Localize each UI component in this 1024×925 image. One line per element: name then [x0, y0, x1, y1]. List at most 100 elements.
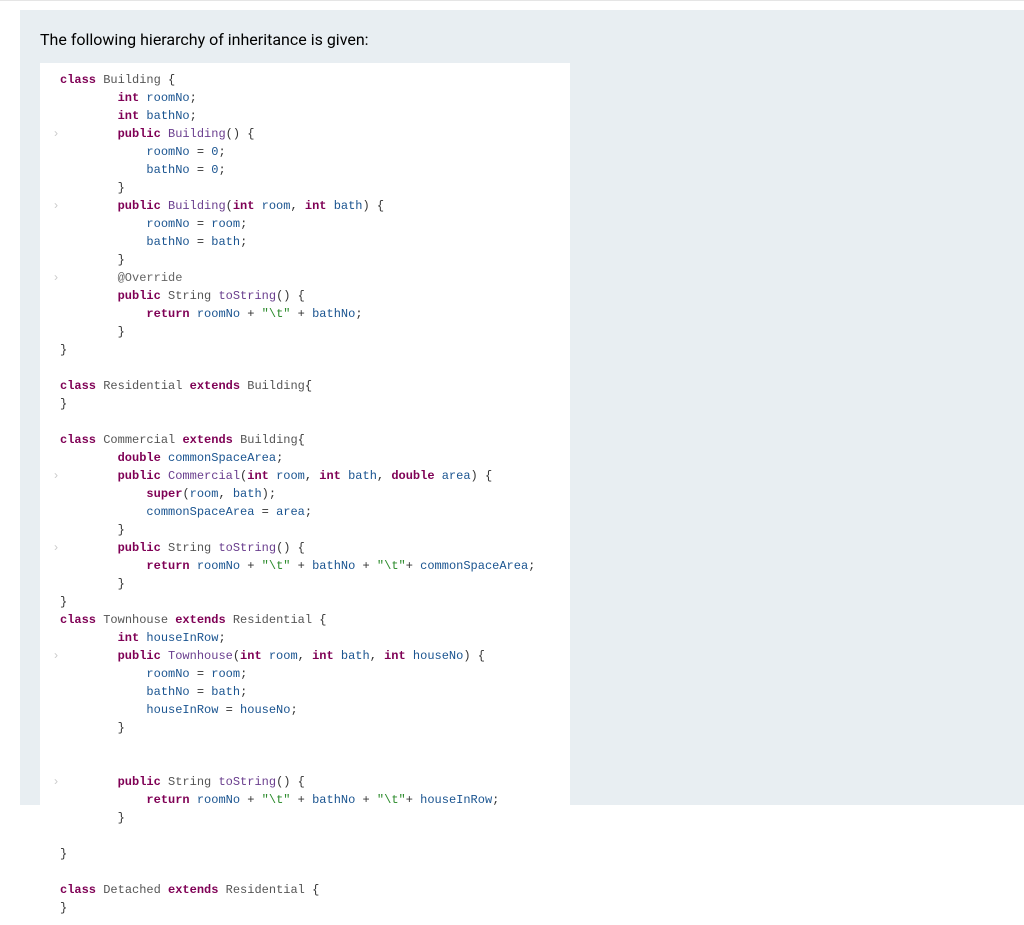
gutter-marker: [52, 629, 60, 647]
code-token: houseNo: [240, 703, 290, 717]
code-token: bath: [233, 487, 262, 501]
code-line: › public Building() {: [52, 125, 558, 143]
gutter-marker: [52, 215, 60, 233]
code-line: return roomNo + "\t" + bathNo;: [52, 305, 558, 323]
gutter-marker: [52, 683, 60, 701]
gutter-marker: [52, 161, 60, 179]
code-token: ;: [240, 235, 247, 249]
code-token: ;: [218, 631, 225, 645]
code-token: (: [233, 649, 240, 663]
code-token: ) {: [471, 469, 493, 483]
code-token: ;: [290, 703, 297, 717]
code-token: ;: [190, 91, 197, 105]
code-token: [190, 559, 197, 573]
code-token: [334, 649, 341, 663]
code-token: [341, 469, 348, 483]
gutter-marker: [52, 611, 60, 629]
code-token: =: [190, 685, 212, 699]
code-token: public: [118, 127, 161, 141]
code-token: +: [240, 307, 262, 321]
question-container: The following hierarchy of inheritance i…: [20, 10, 1024, 805]
code-token: =: [190, 163, 212, 177]
code-token: bath: [211, 235, 240, 249]
gutter-marker: [52, 593, 60, 611]
gutter-marker: ›: [52, 647, 60, 665]
code-line: [52, 359, 558, 377]
code-token: Building: [103, 73, 161, 87]
intro-text: The following hierarchy of inheritance i…: [40, 30, 1004, 49]
code-token: );: [262, 487, 276, 501]
code-token: =: [254, 505, 276, 519]
gutter-marker: [52, 431, 60, 449]
code-token: bathNo: [146, 109, 189, 123]
code-token: ;: [240, 217, 247, 231]
code-token: class: [60, 613, 96, 627]
code-line: [52, 827, 558, 845]
gutter-marker: [52, 395, 60, 413]
code-token: String: [168, 289, 211, 303]
code-line: double commonSpaceArea;: [52, 449, 558, 467]
code-token: extends: [190, 379, 240, 393]
code-token: "\t": [262, 307, 291, 321]
code-token: }: [118, 577, 125, 591]
code-line: return roomNo + "\t" + bathNo + "\t"+ ho…: [52, 791, 558, 809]
code-token: area: [442, 469, 471, 483]
code-line: bathNo = bath;: [52, 233, 558, 251]
code-token: roomNo: [146, 145, 189, 159]
code-token: String: [168, 541, 211, 555]
code-token: (: [226, 199, 233, 213]
code-line: return roomNo + "\t" + bathNo + "\t"+ co…: [52, 557, 558, 575]
code-token: Residential: [226, 883, 305, 897]
code-token: }: [118, 721, 125, 735]
code-token: room: [269, 649, 298, 663]
gutter-marker: [52, 557, 60, 575]
code-token: bath: [348, 469, 377, 483]
code-token: [190, 307, 197, 321]
code-token: bathNo: [146, 163, 189, 177]
code-line: [52, 863, 558, 881]
code-token: int: [319, 469, 341, 483]
code-line: public String toString() {: [52, 287, 558, 305]
code-token: class: [60, 883, 96, 897]
code-token: [269, 469, 276, 483]
code-line: › @Override: [52, 269, 558, 287]
code-token: toString: [218, 775, 276, 789]
code-token: "\t": [377, 559, 406, 573]
gutter-marker: [52, 485, 60, 503]
gutter-marker: [52, 719, 60, 737]
gutter-marker: [52, 359, 60, 377]
code-token: roomNo: [197, 307, 240, 321]
code-token: () {: [226, 127, 255, 141]
code-line: int bathNo;: [52, 107, 558, 125]
code-token: }: [60, 343, 67, 357]
gutter-marker: [52, 809, 60, 827]
code-token: +: [290, 559, 312, 573]
code-token: }: [60, 901, 67, 915]
code-token: +: [290, 307, 312, 321]
code-line: }: [52, 341, 558, 359]
code-token: extends: [168, 883, 218, 897]
code-line: › public String toString() {: [52, 539, 558, 557]
code-line: }: [52, 593, 558, 611]
code-line: class Commercial extends Building{: [52, 431, 558, 449]
code-line: class Detached extends Residential {: [52, 881, 558, 899]
code-line: }: [52, 575, 558, 593]
gutter-marker: [52, 791, 60, 809]
code-token: }: [118, 181, 125, 195]
code-line: super(room, bath);: [52, 485, 558, 503]
gutter-marker: ›: [52, 197, 60, 215]
gutter-marker: [52, 179, 60, 197]
code-token: [226, 613, 233, 627]
code-token: ;: [240, 667, 247, 681]
code-token: }: [60, 397, 67, 411]
gutter-marker: [52, 899, 60, 917]
code-token: bath: [334, 199, 363, 213]
code-token: =: [190, 667, 212, 681]
code-token: [161, 451, 168, 465]
code-token: area: [276, 505, 305, 519]
code-line: }: [52, 251, 558, 269]
code-token: public: [118, 469, 161, 483]
gutter-marker: [52, 305, 60, 323]
code-token: ,: [298, 649, 312, 663]
code-block: class Building { int roomNo; int bathNo;…: [40, 63, 570, 925]
